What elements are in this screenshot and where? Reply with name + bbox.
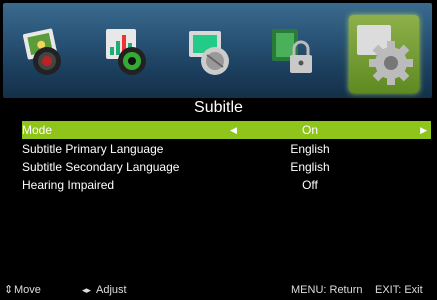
menu-row-label: Mode [22, 123, 53, 137]
setup-menu-icon[interactable] [348, 14, 419, 93]
up-down-arrows-icon: ⇕ [4, 284, 14, 296]
menu-row-hearing-impaired[interactable]: Hearing Impaired Off [22, 176, 431, 194]
right-arrow-icon[interactable]: ▶ [420, 121, 427, 139]
channel-menu-icon[interactable] [183, 21, 239, 81]
footer-menu-return-hint: MENU: Return [291, 284, 363, 296]
picture-menu-icon[interactable] [17, 21, 73, 81]
tv-osd-screen: Subitle Mode ◀ On ▶ Subtitle Primary Lan… [0, 0, 437, 300]
menu-row-value: On [301, 123, 318, 137]
menu-row-mode[interactable]: Mode ◀ On ▶ [22, 121, 431, 139]
left-arrow-icon[interactable]: ◀ [230, 121, 237, 139]
left-right-arrows-icon: ◂▸ [82, 285, 92, 295]
menu-row-label: Subtitle Secondary Language [22, 160, 180, 174]
footer-hints: ⇕ Move ◂▸ Adjust MENU: Return EXIT: Exit [0, 280, 437, 300]
footer-exit-hint: EXIT: Exit [375, 284, 423, 296]
page-title: Subitle [194, 99, 243, 116]
top-menu-icon-bar [3, 3, 432, 98]
lock-menu-icon[interactable] [266, 21, 322, 81]
menu-row-value: Off [302, 178, 318, 192]
footer-adjust-hint: Adjust [96, 284, 127, 296]
menu-row-subtitle-primary-language[interactable]: Subtitle Primary Language English [22, 140, 431, 158]
footer-move-hint: Move [14, 284, 41, 296]
sound-menu-icon[interactable] [100, 21, 156, 81]
menu-row-label: Subtitle Primary Language [22, 142, 164, 156]
menu-row-label: Hearing Impaired [22, 178, 115, 192]
menu-row-subtitle-secondary-language[interactable]: Subtitle Secondary Language English [22, 158, 431, 176]
menu-row-value: English [290, 142, 330, 156]
menu-row-value: English [290, 160, 330, 174]
